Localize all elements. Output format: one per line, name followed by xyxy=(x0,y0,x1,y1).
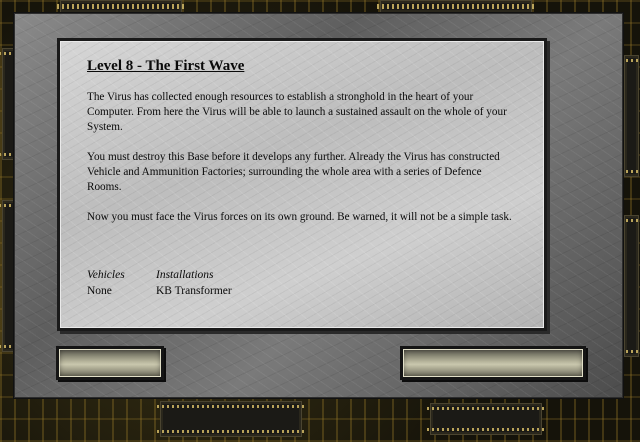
briefing-panel: Level 8 - The First Wave The Virus has c… xyxy=(57,38,547,331)
circuit-chip xyxy=(621,55,640,177)
game-screen: Level 8 - The First Wave The Virus has c… xyxy=(0,0,640,442)
circuit-chip xyxy=(157,401,305,437)
circuit-chip xyxy=(57,0,185,13)
briefing-paragraph-2: You must destroy this Base before it dev… xyxy=(87,151,500,193)
circuit-chip xyxy=(621,215,640,357)
circuit-chip xyxy=(377,0,535,13)
level-title: Level 8 - The First Wave xyxy=(87,58,245,74)
vehicles-value: None xyxy=(87,285,112,297)
level-stats: Vehicles None Installations KB Transform… xyxy=(87,267,356,299)
briefing-paragraph-3: Now you must face the Virus forces on it… xyxy=(87,211,512,223)
installations-value: KB Transformer xyxy=(156,285,232,297)
briefing-paragraph-1: The Virus has collected enough resources… xyxy=(87,91,507,133)
back-button[interactable] xyxy=(56,346,164,380)
installations-column: Installations KB Transformer xyxy=(156,267,356,299)
installations-label: Installations xyxy=(156,269,214,281)
continue-button[interactable] xyxy=(400,346,586,380)
vehicles-label: Vehicles xyxy=(87,269,125,281)
vehicles-column: Vehicles None xyxy=(87,267,156,299)
circuit-chip xyxy=(427,403,545,435)
